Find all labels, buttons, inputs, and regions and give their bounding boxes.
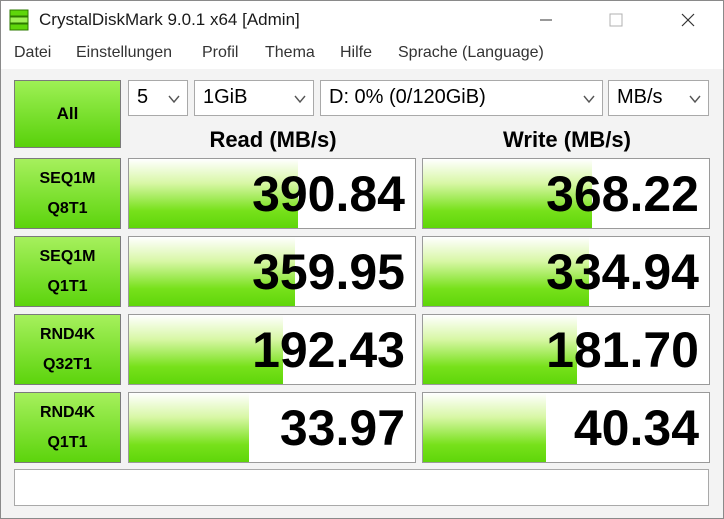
read-result-value: 33.97 — [279, 400, 405, 456]
crystaldiskmark-icon — [9, 9, 29, 31]
read-result-cell: 359.95 — [128, 236, 416, 307]
test-label-line1: SEQ1M — [39, 247, 96, 265]
test-button-seq1m-q1t1[interactable]: SEQ1M Q1T1 — [14, 236, 121, 307]
menu-datei[interactable]: Datei — [14, 44, 51, 62]
read-result-cell: 192.43 — [128, 314, 416, 385]
menu-thema[interactable]: Thema — [265, 44, 315, 62]
menu-profil[interactable]: Profil — [202, 44, 238, 62]
menu-sprache[interactable]: Sprache (Language) — [398, 44, 544, 62]
test-label-line1: RND4K — [39, 325, 96, 343]
write-result-value: 40.34 — [573, 400, 699, 456]
window-title: CrystalDiskMark 9.0.1 x64 [Admin] — [39, 10, 300, 29]
read-result-cell: 33.97 — [128, 392, 416, 463]
test-button-rnd4k-q1t1[interactable]: RND4K Q1T1 — [14, 392, 121, 463]
read-result-cell: 390.84 — [128, 158, 416, 229]
write-result-cell: 181.70 — [422, 314, 710, 385]
chevron-down-icon — [167, 89, 181, 112]
chevron-down-icon — [688, 89, 702, 112]
write-result-cell: 40.34 — [422, 392, 710, 463]
app-window: CrystalDiskMark 9.0.1 x64 [Admin] Datei … — [0, 0, 724, 519]
maximize-button[interactable] — [593, 1, 639, 39]
chevron-down-icon — [582, 89, 596, 112]
write-result-cell: 334.94 — [422, 236, 710, 307]
test-button-seq1m-q8t1[interactable]: SEQ1M Q8T1 — [14, 158, 121, 229]
test-label-line1: SEQ1M — [39, 169, 96, 187]
test-label-line2: Q1T1 — [47, 277, 88, 295]
test-size-value: 1GiB — [203, 86, 248, 108]
chevron-down-icon — [293, 89, 307, 112]
read-result-value: 192.43 — [252, 322, 405, 378]
main-panel: All 5 1GiB D: 0% (0/120GiB) MB/s Read (M… — [1, 69, 723, 518]
write-result-cell: 368.22 — [422, 158, 710, 229]
menu-hilfe[interactable]: Hilfe — [340, 44, 372, 62]
test-label-line2: Q1T1 — [47, 433, 88, 451]
test-label-line1: RND4K — [39, 403, 96, 421]
test-label-line2: Q8T1 — [47, 199, 88, 217]
read-result-value: 359.95 — [252, 244, 405, 300]
test-label-line2: Q32T1 — [43, 355, 92, 373]
test-count-select[interactable]: 5 — [128, 80, 188, 116]
test-count-value: 5 — [137, 86, 149, 108]
title-bar[interactable]: CrystalDiskMark 9.0.1 x64 [Admin] — [1, 1, 723, 39]
menu-einstellungen[interactable]: Einstellungen — [76, 44, 172, 62]
menu-bar: Datei Einstellungen Profil Thema Hilfe S… — [1, 39, 723, 67]
drive-select[interactable]: D: 0% (0/120GiB) — [320, 80, 603, 116]
comment-field[interactable] — [14, 469, 709, 506]
minimize-button[interactable] — [523, 1, 569, 39]
drive-value: D: 0% (0/120GiB) — [329, 86, 486, 108]
close-button[interactable] — [665, 1, 711, 39]
read-header: Read (MB/s) — [209, 127, 337, 152]
write-header: Write (MB/s) — [503, 127, 631, 152]
write-result-value: 334.94 — [546, 244, 699, 300]
write-result-value: 181.70 — [546, 322, 699, 378]
read-result-value: 390.84 — [252, 166, 405, 222]
write-result-value: 368.22 — [546, 166, 699, 222]
read-result-bar — [129, 393, 250, 462]
unit-value: MB/s — [617, 86, 663, 108]
unit-select[interactable]: MB/s — [608, 80, 709, 116]
write-result-bar — [423, 393, 546, 462]
all-tests-button[interactable]: All — [14, 80, 121, 148]
test-button-rnd4k-q32t1[interactable]: RND4K Q32T1 — [14, 314, 121, 385]
test-size-select[interactable]: 1GiB — [194, 80, 314, 116]
